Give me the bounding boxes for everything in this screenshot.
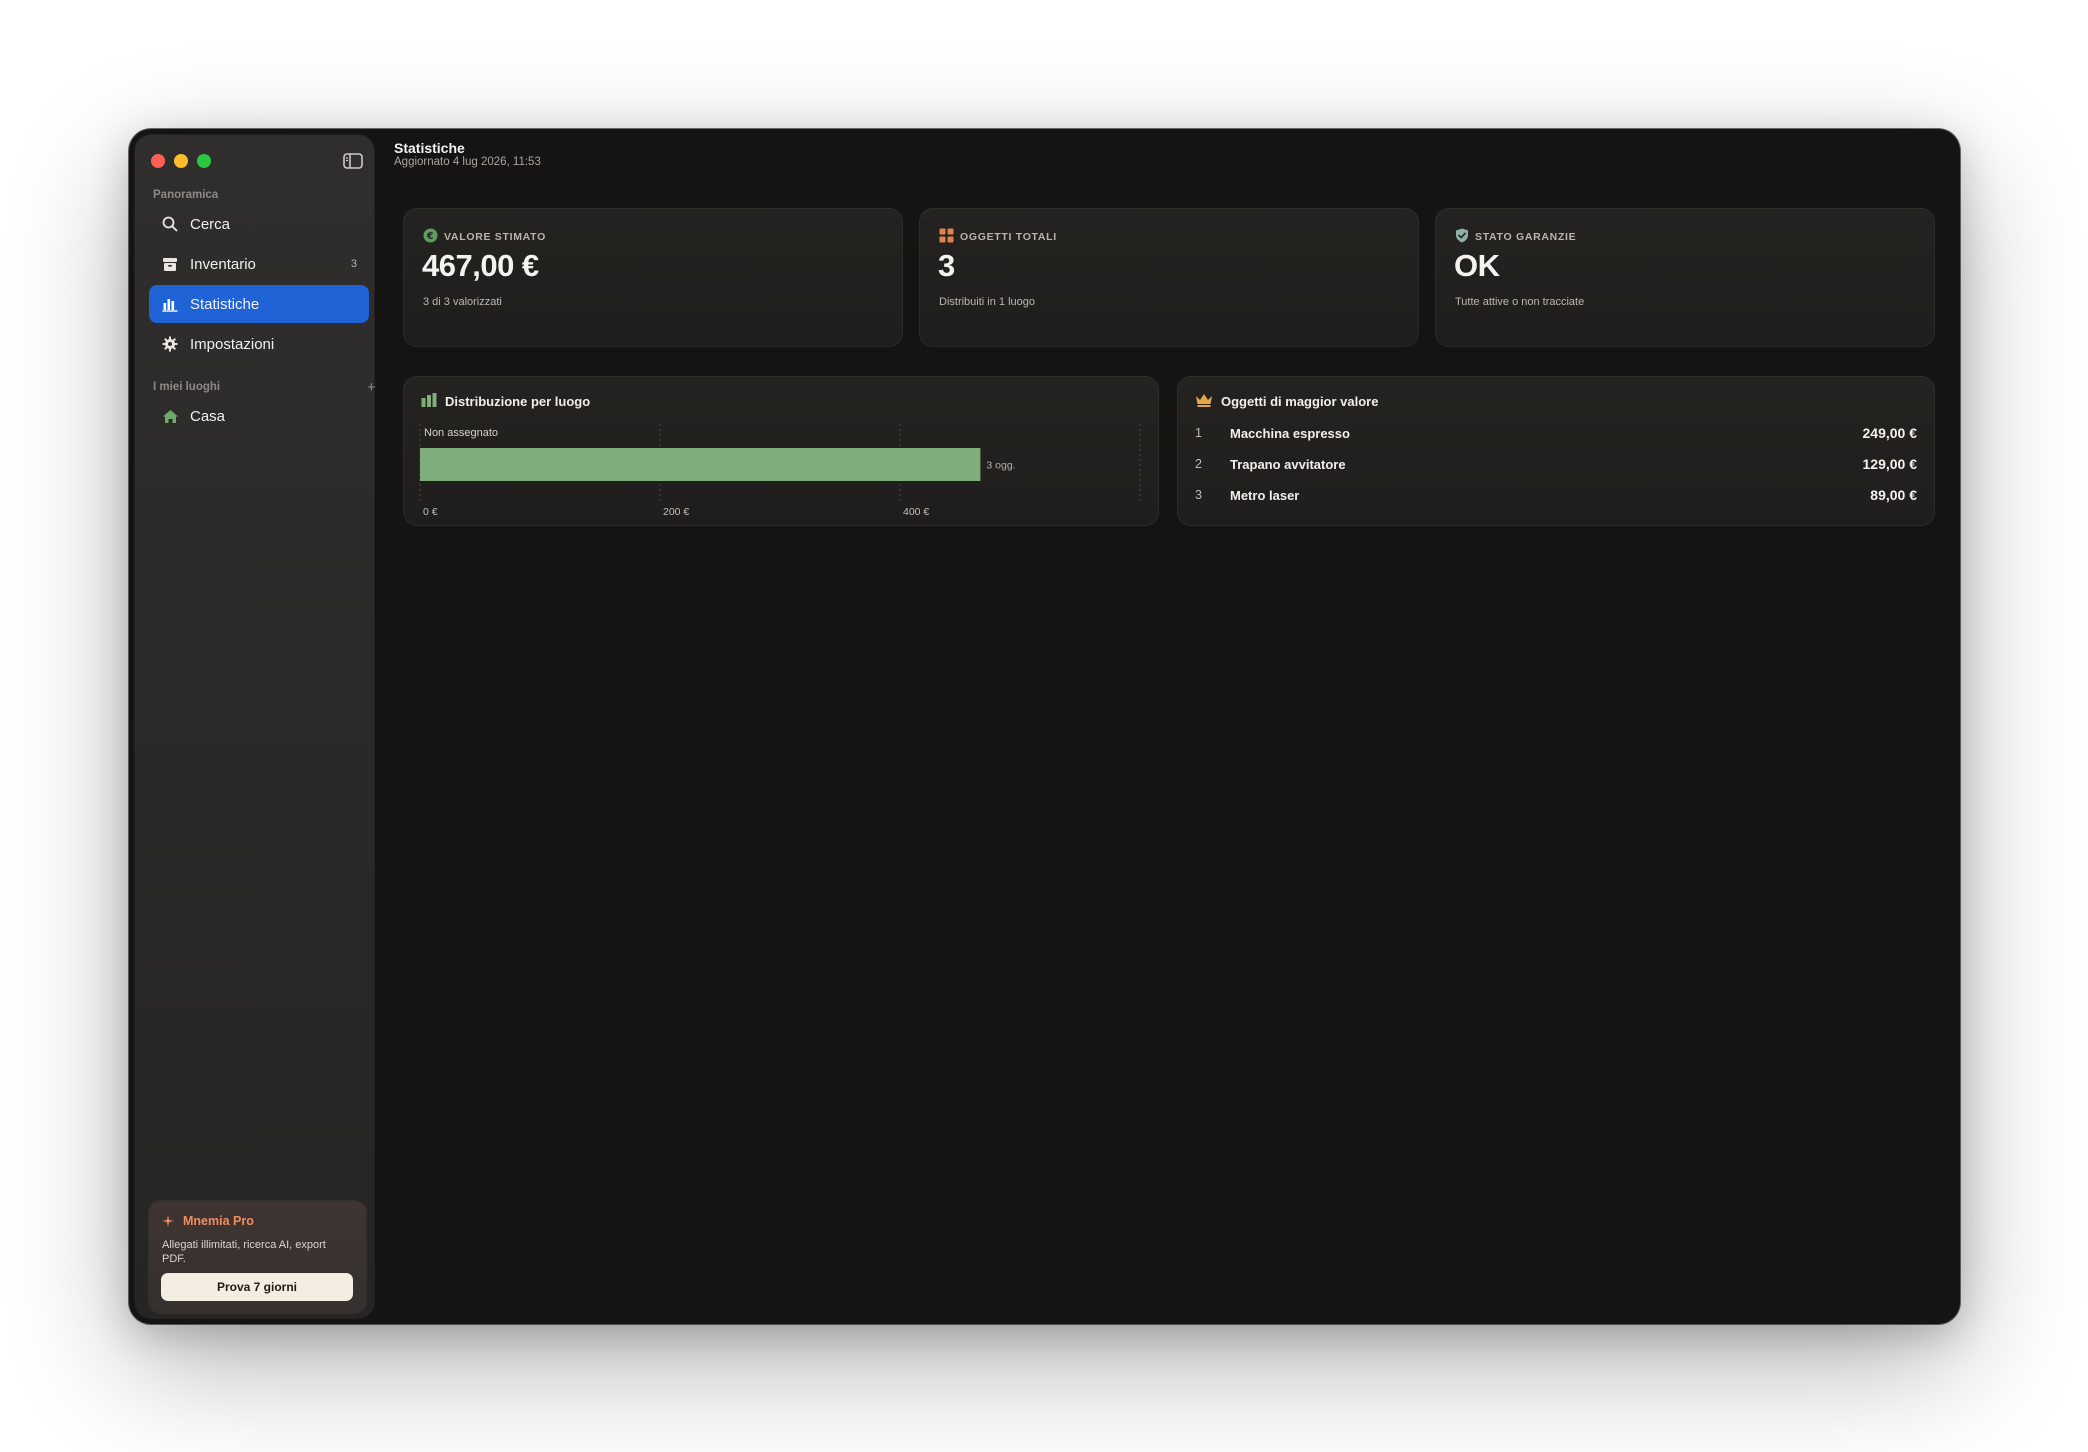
sidebar: Panoramica Cerca Inventario 3 Statistich… — [135, 135, 376, 1318]
promo-description: Allegati illimitati, ricerca AI, export … — [162, 1239, 326, 1265]
sidebar-item-search[interactable]: Cerca — [149, 205, 369, 243]
page-title: Statistiche — [394, 140, 465, 156]
minimize-window-button[interactable] — [174, 154, 188, 168]
list-item[interactable]: 3 Metro laser 89,00 € — [1195, 484, 1917, 506]
bar-chart-icon — [161, 295, 179, 313]
zoom-window-button[interactable] — [197, 154, 211, 168]
stat-card-total-items: OGGETTI TOTALI 3 Distribuiti in 1 luogo — [919, 208, 1419, 347]
sidebar-item-label: Inventario — [190, 255, 256, 273]
stat-card-estimated-value: € VALORE STIMATO 467,00 € 3 di 3 valoriz… — [403, 208, 903, 347]
app-window: Panoramica Cerca Inventario 3 Statistich… — [129, 129, 1960, 1324]
item-value: 89,00 € — [1870, 487, 1917, 503]
add-place-button[interactable]: + — [367, 379, 376, 396]
trial-button[interactable]: Prova 7 giorni — [161, 1273, 353, 1301]
rank-number: 1 — [1195, 426, 1202, 440]
stat-header: OGGETTI TOTALI — [939, 228, 1057, 246]
chart-bar — [420, 448, 981, 481]
grid-icon — [939, 228, 954, 246]
stat-label: VALORE STIMATO — [444, 231, 546, 243]
section-label-places: I miei luoghi — [153, 381, 221, 393]
stat-card-warranty-status: STATO GARANZIE OK Tutte attive o non tra… — [1435, 208, 1935, 347]
sidebar-item-label: Cerca — [190, 215, 231, 233]
category-label: Non assegnato — [424, 427, 498, 439]
distribution-card: Distribuzione per luogo 0 €200 €400 € Non… — [403, 376, 1159, 526]
sidebar-item-settings[interactable]: Impostazioni — [149, 325, 369, 363]
item-name: Metro laser — [1230, 487, 1300, 503]
top-items-card: Oggetti di maggior valore 1 Macchina esp… — [1177, 376, 1935, 526]
stat-value: OK — [1454, 248, 1500, 283]
last-updated-text: Aggiornato 4 lug 2026, 11:53 — [394, 156, 541, 168]
sidebar-item-inventory[interactable]: Inventario 3 — [149, 245, 369, 283]
stat-label: OGGETTI TOTALI — [960, 231, 1057, 243]
item-name: Macchina espresso — [1230, 425, 1350, 441]
list-item[interactable]: 1 Macchina espresso 249,00 € — [1195, 422, 1917, 444]
euro-icon: € — [423, 228, 438, 246]
stat-value: 3 — [938, 248, 955, 283]
panel-header: Oggetti di maggior valore — [1195, 393, 1378, 410]
stat-caption: Tutte attive o non tracciate — [1455, 296, 1585, 308]
window-controls — [151, 154, 211, 168]
archive-box-icon — [161, 255, 179, 273]
sparkle-icon — [161, 1214, 175, 1233]
close-window-button[interactable] — [151, 154, 165, 168]
x-tick-label: 200 € — [663, 506, 689, 518]
top-items-title: Oggetti di maggior valore — [1221, 394, 1379, 409]
sidebar-toggle-icon[interactable] — [343, 153, 363, 174]
gear-icon — [161, 335, 179, 353]
crown-icon — [1195, 393, 1213, 410]
inventory-count-badge: 3 — [350, 258, 357, 270]
pro-promo-card: Mnemia Pro Allegati illimitati, ricerca … — [149, 1201, 366, 1313]
stat-caption: 3 di 3 valorizzati — [423, 296, 502, 308]
stat-header: € VALORE STIMATO — [423, 228, 546, 246]
sidebar-item-label: Casa — [190, 407, 226, 425]
item-value: 129,00 € — [1862, 456, 1918, 472]
x-tick-label: 400 € — [903, 506, 929, 518]
stat-header: STATO GARANZIE — [1455, 228, 1576, 246]
bar-data-label: 3 ogg. — [986, 460, 1015, 472]
item-value: 249,00 € — [1862, 425, 1918, 441]
sidebar-item-label: Statistiche — [190, 295, 260, 313]
sidebar-item-place-casa[interactable]: Casa — [149, 397, 369, 435]
promo-title: Mnemia Pro — [183, 1214, 254, 1228]
house-icon — [161, 407, 179, 425]
list-item[interactable]: 2 Trapano avvitatore 129,00 € — [1195, 453, 1917, 475]
section-label-overview: Panoramica — [153, 189, 219, 201]
distribution-chart: 0 € 200 € 400 € Non assegnato 3 ogg. — [419, 424, 1141, 518]
sidebar-item-label: Impostazioni — [190, 335, 275, 353]
svg-text:€: € — [426, 231, 434, 242]
item-name: Trapano avvitatore — [1230, 456, 1346, 472]
search-icon — [161, 215, 179, 233]
stat-label: STATO GARANZIE — [1475, 231, 1577, 243]
rank-number: 2 — [1195, 457, 1202, 471]
sidebar-item-statistics[interactable]: Statistiche — [149, 285, 369, 323]
stat-value: 467,00 € — [422, 248, 539, 283]
x-tick-label: 0 € — [423, 506, 438, 518]
rank-number: 3 — [1195, 488, 1202, 502]
stat-caption: Distribuiti in 1 luogo — [939, 296, 1035, 308]
shield-check-icon — [1455, 228, 1469, 246]
